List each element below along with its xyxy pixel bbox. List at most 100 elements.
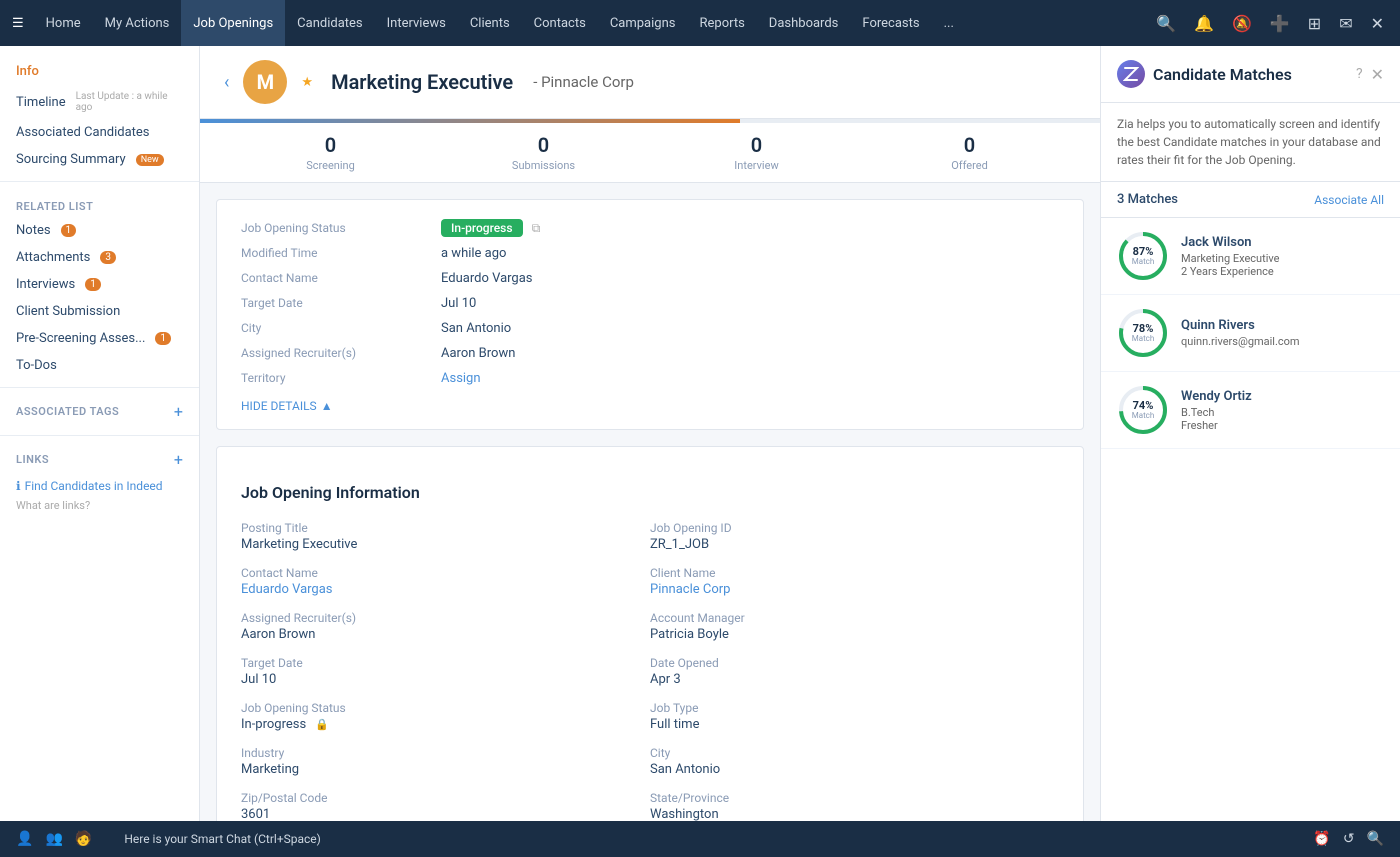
sidebar-item-info[interactable]: Info: [0, 58, 199, 85]
notifications-icon[interactable]: 🔔: [1190, 10, 1218, 37]
account-manager-cell: Account Manager Patricia Boyle: [650, 604, 1059, 649]
sidebar-item-client-submission[interactable]: Client Submission: [0, 298, 199, 325]
links-row: LINKS +: [0, 444, 199, 475]
close-panel-button[interactable]: ✕: [1371, 65, 1384, 84]
detail-row-modified: Modified Time a while ago: [241, 241, 1059, 266]
add-icon[interactable]: ➕: [1266, 10, 1294, 37]
progress-area: 0 Screening 0 Submissions 0 Interview 0 …: [200, 119, 1100, 183]
mail-icon[interactable]: ✉: [1335, 10, 1356, 37]
nav-my-actions[interactable]: My Actions: [93, 0, 182, 46]
search-icon[interactable]: 🔍: [1152, 10, 1180, 37]
nav-dashboards[interactable]: Dashboards: [757, 0, 851, 46]
person-icon-bottom[interactable]: 🧑: [75, 831, 92, 847]
nav-job-openings[interactable]: Job Openings: [181, 0, 285, 46]
nav-home[interactable]: Home: [34, 0, 93, 46]
stage-offered[interactable]: 0 Offered: [863, 133, 1076, 172]
job-info-grid: Posting Title Marketing Executive Job Op…: [241, 514, 1059, 857]
associated-tags-label: ASSOCIATED TAGS: [16, 405, 119, 418]
match-info-2: Quinn Rivers quinn.rivers@gmail.com: [1181, 318, 1300, 348]
page-title: Marketing Executive: [331, 70, 513, 94]
progress-stages: 0 Screening 0 Submissions 0 Interview 0 …: [200, 123, 1100, 182]
sidebar-divider-3: [0, 435, 199, 436]
copy-icon[interactable]: ⧉: [532, 221, 541, 235]
sidebar-item-timeline[interactable]: Timeline Last Update : a while ago: [0, 85, 199, 119]
match-item-1: 87% Match Jack Wilson Marketing Executiv…: [1101, 218, 1400, 295]
nav-contacts[interactable]: Contacts: [522, 0, 598, 46]
related-list-label: RELATED LIST: [0, 190, 199, 217]
group-icon-bottom[interactable]: 👥: [45, 831, 62, 847]
right-panel: Candidate Matches ? ✕ Zia helps you to a…: [1100, 46, 1400, 857]
user-icon-bottom[interactable]: 👤: [16, 831, 33, 847]
contact-name-value: Eduardo Vargas: [441, 271, 533, 286]
reload-icon-bottom[interactable]: ↺: [1343, 831, 1355, 847]
sidebar-item-associated-candidates[interactable]: Associated Candidates: [0, 119, 199, 146]
submissions-label: Submissions: [437, 159, 650, 172]
links-label: LINKS: [16, 453, 49, 466]
associated-tags-row: ASSOCIATED TAGS +: [0, 396, 199, 427]
sidebar-item-notes[interactable]: Notes 1: [0, 217, 199, 244]
find-candidates-link[interactable]: ℹ Find Candidates in Indeed: [0, 475, 199, 497]
detail-row-status: Job Opening Status In-progress ⧉: [241, 216, 1059, 241]
status-label: Job Opening Status: [241, 221, 441, 236]
hide-details-button[interactable]: HIDE DETAILS ▲: [241, 399, 1059, 413]
close-icon[interactable]: ✕: [1367, 10, 1388, 37]
stage-screening[interactable]: 0 Screening: [224, 133, 437, 172]
sidebar-item-attachments[interactable]: Attachments 3: [0, 244, 199, 271]
detail-row-contact: Contact Name Eduardo Vargas: [241, 266, 1059, 291]
job-opening-status-cell: Job Opening Status In-progress 🔒: [241, 694, 650, 739]
search-icon-bottom[interactable]: 🔍: [1367, 831, 1384, 847]
stage-interview[interactable]: 0 Interview: [650, 133, 863, 172]
offered-label: Offered: [863, 159, 1076, 172]
territory-value[interactable]: Assign: [441, 371, 481, 386]
bell-icon[interactable]: 🔕: [1228, 10, 1256, 37]
sidebar-divider-1: [0, 181, 199, 182]
status-badge: In-progress: [441, 219, 523, 237]
associate-all-button[interactable]: Associate All: [1314, 193, 1384, 207]
target-date-label: Target Date: [241, 296, 441, 311]
sidebar-item-sourcing-summary[interactable]: Sourcing Summary New: [0, 146, 199, 173]
sidebar-divider-2: [0, 387, 199, 388]
add-link-button[interactable]: +: [174, 450, 183, 469]
timeline-label: Timeline: [16, 95, 66, 110]
top-navigation: ☰ Home My Actions Job Openings Candidate…: [0, 0, 1400, 46]
nav-candidates[interactable]: Candidates: [285, 0, 374, 46]
match-item-3: 74% Match Wendy Ortiz B.Tech Fresher: [1101, 372, 1400, 449]
interviews-badge: 1: [85, 278, 101, 291]
nav-reports[interactable]: Reports: [687, 0, 756, 46]
right-panel-header: Candidate Matches ? ✕: [1101, 46, 1400, 103]
match-circle-3: 74% Match: [1117, 384, 1169, 436]
match-circle-1: 87% Match: [1117, 230, 1169, 282]
matches-count: 3 Matches: [1117, 192, 1178, 207]
sidebar-item-interviews[interactable]: Interviews 1: [0, 271, 199, 298]
matches-header: 3 Matches Associate All: [1101, 182, 1400, 218]
what-are-links-hint: What are links?: [0, 497, 199, 514]
hamburger-icon[interactable]: ☰: [12, 16, 24, 31]
match-circle-2: 78% Match: [1117, 307, 1169, 359]
target-date-info-cell: Target Date Jul 10: [241, 649, 650, 694]
interview-count: 0: [650, 133, 863, 157]
nav-forecasts[interactable]: Forecasts: [850, 0, 931, 46]
help-button[interactable]: ?: [1356, 66, 1363, 82]
nav-interviews[interactable]: Interviews: [375, 0, 458, 46]
detail-row-city: City San Antonio: [241, 316, 1059, 341]
date-opened-cell: Date Opened Apr 3: [650, 649, 1059, 694]
sidebar-item-pre-screening[interactable]: Pre-Screening Asses... 1: [0, 325, 199, 352]
stage-submissions[interactable]: 0 Submissions: [437, 133, 650, 172]
company-name: - Pinnacle Corp: [533, 73, 634, 91]
star-button[interactable]: ★: [301, 75, 313, 90]
timeline-sub: Last Update : a while ago: [76, 91, 183, 113]
city-value: San Antonio: [441, 321, 511, 336]
client-name-cell: Client Name Pinnacle Corp: [650, 559, 1059, 604]
add-tag-button[interactable]: +: [174, 402, 183, 421]
territory-label: Territory: [241, 371, 441, 386]
contact-name-label: Contact Name: [241, 271, 441, 286]
clock-icon-bottom[interactable]: ⏰: [1313, 831, 1330, 847]
match-name-3: Wendy Ortiz: [1181, 389, 1252, 404]
back-button[interactable]: ‹: [224, 72, 229, 93]
detail-row-target-date: Target Date Jul 10: [241, 291, 1059, 316]
nav-campaigns[interactable]: Campaigns: [598, 0, 688, 46]
nav-more[interactable]: ...: [932, 0, 966, 46]
sidebar-item-todos[interactable]: To-Dos: [0, 352, 199, 379]
apps-icon[interactable]: ⊞: [1304, 10, 1325, 37]
nav-clients[interactable]: Clients: [458, 0, 522, 46]
